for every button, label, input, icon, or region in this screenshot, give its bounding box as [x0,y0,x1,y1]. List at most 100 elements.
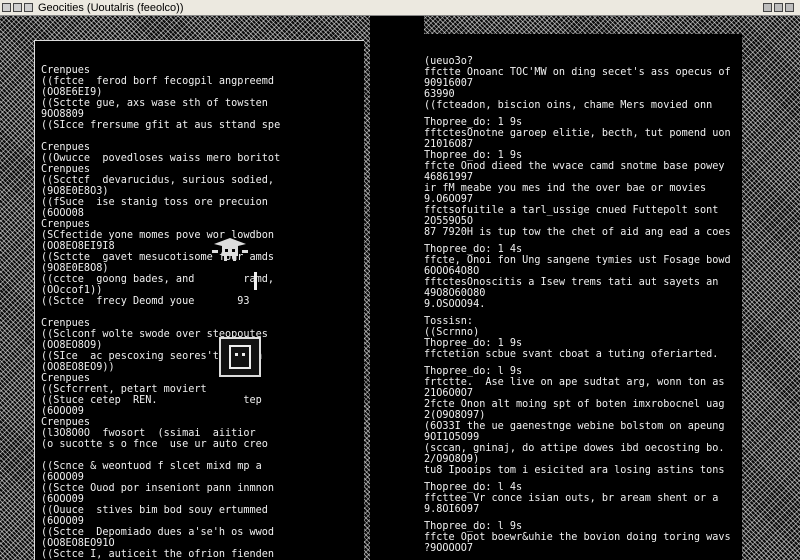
right-line: tu8 Ipooips tom i esicited ara losing as… [424,465,725,476]
kiosk-screen-icon [229,345,251,369]
left-line: (OOccof1)) [41,285,103,296]
left-line: ((SIcce frersume gfit at aus sttand spe [41,120,281,131]
right-line: 9.8OI6O97 [424,504,480,515]
right-line: ((fcteadon, biscion oins, chame Mers mov… [424,100,713,111]
right-line: 9.O6OO97 [424,194,474,205]
right-line: 9.OSOOO94. [424,299,486,310]
right-line: (ueuo3o? [424,56,474,67]
page-icon[interactable] [24,3,33,12]
right-line: (6O33I the ue gaenestnge webine bolstom … [424,421,725,432]
right-line: ffctetion scbue svant cboat a tuting ofe… [424,349,719,360]
left-pane: Crenpues ((fctce ferod borf fecogpil angp… [0,16,370,560]
left-line: ((Sclconf wolte swode over steopoutes [41,329,268,340]
menu-icon[interactable] [13,3,22,12]
left-line: (6OOO09 [41,494,84,505]
right-line: 2O559O5O [424,216,474,227]
pane-divider [370,16,424,560]
right-line: Thopree_do: l 4s [424,482,523,493]
right-line: 90916007 [424,78,474,89]
left-line: (SCfectide yone momes pove wor lowdbon [41,230,275,241]
right-line: Thopree_do: l 9s [424,521,523,532]
left-line: 9OO8809 [41,109,84,120]
left-line: ((Sctce Depomiado dues a'se'h os wwod [41,527,275,538]
left-line: ((Owucce povedloses waiss mero boritot [41,153,281,164]
right-line: frtctte. Ase live on ape sudtat arg, won… [424,377,725,388]
left-line: (6OOO09 [41,516,84,527]
app-icon[interactable] [2,3,11,12]
left-line [41,450,364,461]
right-pane: (ueuo3o? ffctte Onoanc TOC'MW on ding sec… [424,16,800,560]
right-line: Thopree_do: 1 9s [424,338,523,349]
left-line: (OO8EO8O9) [41,340,103,351]
left-line: Crenpues [41,65,91,76]
right-line: 46861997 [424,172,474,183]
titlebar-icons [2,3,33,12]
right-line: 2fcte Onon alt moing spt of boten imxrob… [424,399,725,410]
left-line: ((fctce ferod borf fecogpil angpreemd [41,76,275,87]
right-line: ffcte, Onoi fon Ung sangene tymies ust F… [424,255,731,266]
right-line: 9OI1O5O99 [424,432,480,443]
left-line: (OO8EO8EI9I8 [41,241,115,252]
maximize-icon[interactable] [774,3,783,12]
left-line: ((cctce goong bades, and ramd, [41,274,275,285]
right-line: ffctte Onoanc TOC'MW on ding secet's ass… [424,67,731,78]
left-line: (OO8E6EI9) [41,87,103,98]
left-line: (6OOO09 [41,472,84,483]
right-line: 2/O9O8O9) [424,454,480,465]
left-lines: Crenpues ((fctce ferod borf fecogpil angp… [35,63,364,560]
right-line: 6OOO64O8O [424,266,480,277]
cursor-bar-icon [254,272,257,290]
left-line: ((Sctce Ouod por inseniont pann inmnon [41,483,275,494]
sprite-icon [212,238,248,261]
minimize-icon[interactable] [763,3,772,12]
left-line: ((Sctcte gavet mesucotisome four amds [41,252,275,263]
right-line: fftctesOnoscitis a Isew trems tati aut s… [424,277,719,288]
left-line: (OO8EO8EO91O [41,538,115,549]
left-line: ((SIce ac pescoxing seores't tosbom [41,351,262,362]
left-line: ((Sctce frecy Deomd youe 93 [41,296,250,307]
left-line: (9O8E0E8O3) [41,186,109,197]
right-line: 2(O9O8O97) [424,410,486,421]
window-title: Geocities (Uoutalris (feeolco)) [38,1,184,14]
left-line: (6OOO09 [41,406,84,417]
window-controls [763,3,794,12]
left-line: (o sucotte s o fnce use ur auto creo [41,439,268,450]
left-line: ((Scctcf devarucidus, surious sodied, [41,175,275,186]
left-text-area: Crenpues ((fctce ferod borf fecogpil angp… [34,40,364,560]
left-line: (l3O8O0O fwosort (ssimai aiitior [41,428,256,439]
close-icon[interactable] [785,3,794,12]
right-line: 49O8O60O80 [424,288,486,299]
right-line: Tossisn: [424,316,474,327]
right-line: ffcttee Vr conce isian outs, br aream sh… [424,493,719,504]
left-line: Crenpues [41,164,91,175]
left-line [41,307,364,318]
left-line: ((Scfcrrent, petart moviert [41,384,207,395]
right-line: fftctesOnotne garoep elitie, becth, tut … [424,128,731,139]
right-line: ?9OOOOO7 [424,543,474,554]
right-line: Thopree_do: 1 9s [424,117,523,128]
right-line: Thopree_do: 1 9s [424,150,523,161]
left-line: Crenpues [41,417,91,428]
left-line: ((Sctce I, auticeit the ofrion fienden [41,549,275,560]
right-line: Thopree_do: 1 4s [424,244,523,255]
right-text-area: (ueuo3o? ffctte Onoanc TOC'MW on ding sec… [424,34,742,560]
right-line: (sccan, gninaj, do attipe dowes ibd oeco… [424,443,725,454]
right-line: 87 7920H is tup tow the chet of aid ang … [424,227,731,238]
kiosk-icon[interactable] [219,337,261,377]
left-line: ((Scnce & weontuod f slcet mixd mp a [41,461,262,472]
left-line: (6OOO08 [41,208,84,219]
left-line: ((Sctcte gue, axs wase sth of towsten [41,98,268,109]
right-line: 63990 [424,89,455,100]
left-line: Crenpues [41,142,91,153]
right-line: ffctsofuitile a tarl_ussige cnued Futtep… [424,205,719,216]
right-line: 21O6O0O7 [424,388,474,399]
right-line: ffcte Opot boewr&uhie the bovion doing t… [424,532,731,543]
left-line: (OO8EO8EO9)) [41,362,115,373]
left-line: Crenpues [41,219,91,230]
left-line: ((Ouuce stives bim bod souy ertummed [41,505,268,516]
left-line: ((fSuce ise stanig toss ore precuion [41,197,268,208]
right-line: ffcte Onod dieed the wvace camd snotme b… [424,161,725,172]
left-line: Crenpues [41,318,91,329]
right-line: ((Scrnno) [424,327,480,338]
left-line: ((Stuce cetep REN. tep [41,395,262,406]
